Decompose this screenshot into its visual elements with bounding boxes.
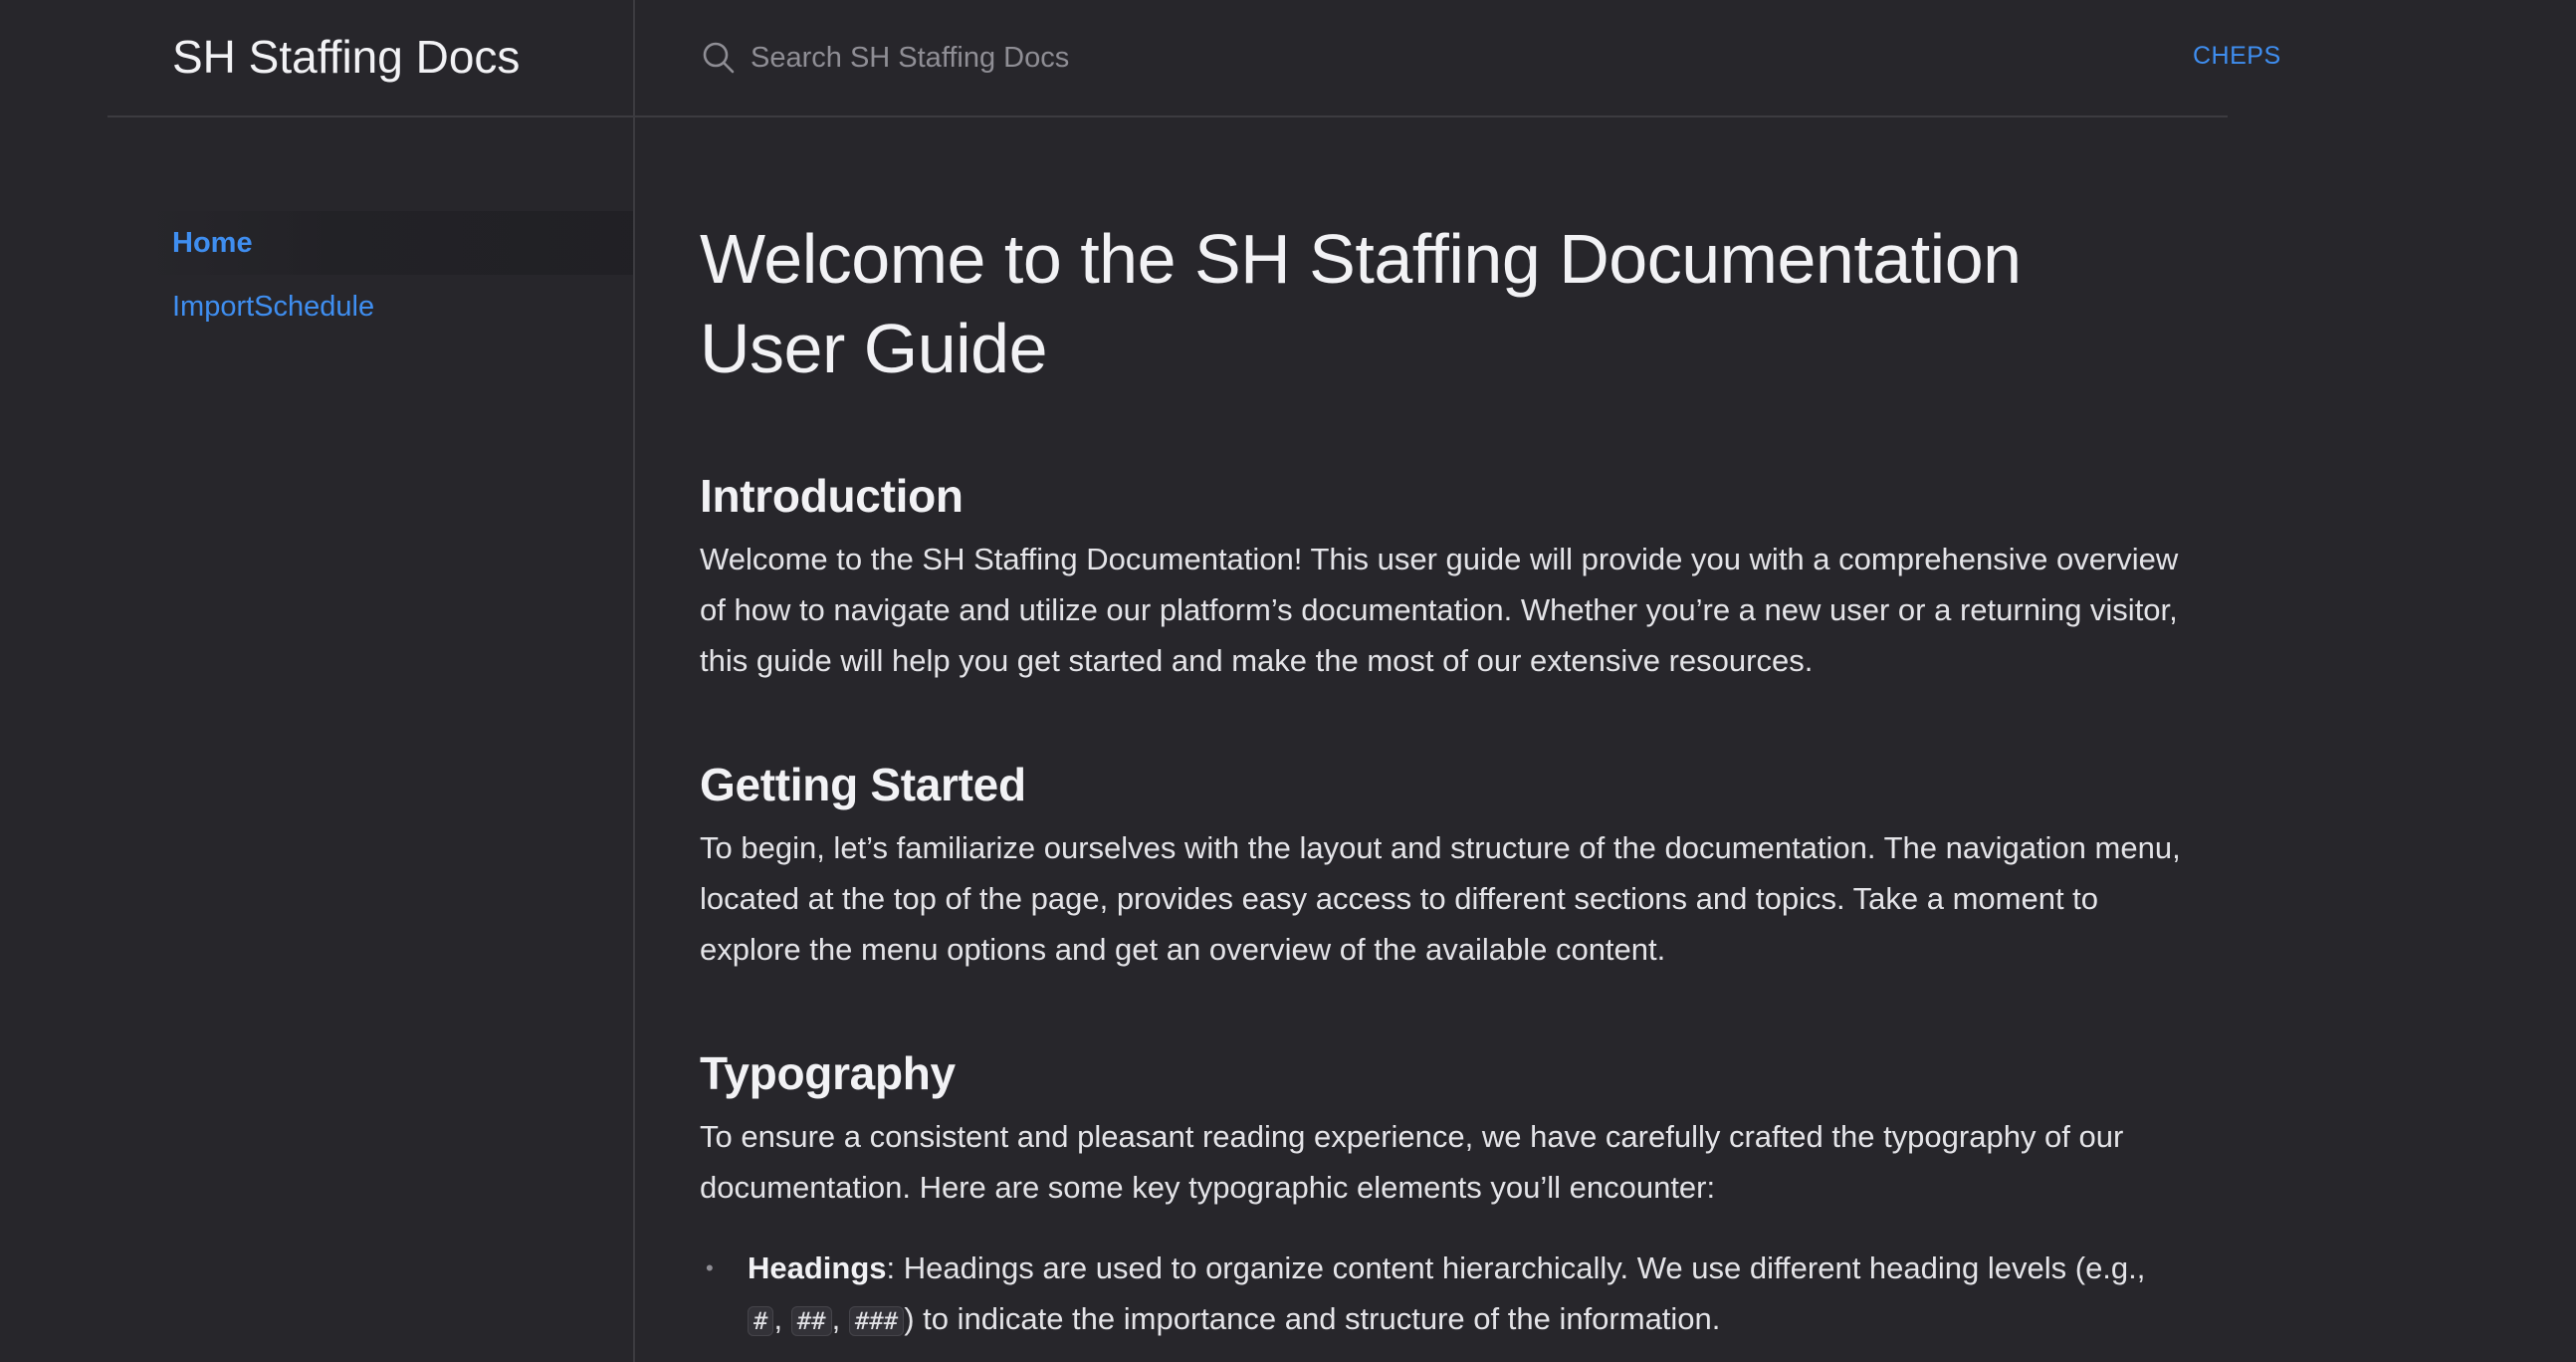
bullet-dot-icon: • — [706, 1255, 714, 1280]
code-separator: , — [831, 1301, 849, 1336]
docs-page: SH Staffing Docs Search SH Staffing Docs… — [0, 0, 2576, 1362]
sidebar-item-importschedule[interactable]: ImportSchedule — [147, 275, 633, 339]
search-icon — [703, 42, 735, 74]
getting-started-paragraph: To begin, let’s familiarize ourselves wi… — [700, 830, 2181, 967]
bullet-text-before: : Headings are used to organize content … — [886, 1250, 2146, 1285]
search-bar[interactable]: Search SH Staffing Docs — [701, 30, 1069, 86]
sidebar-item-home[interactable]: Home — [147, 211, 633, 275]
sidebar-nav: Home ImportSchedule — [147, 211, 633, 339]
inline-code: ## — [790, 1306, 832, 1336]
section-heading-introduction: Introduction — [700, 470, 964, 522]
inline-code: # — [748, 1306, 774, 1336]
code-separator: , — [773, 1301, 791, 1336]
typography-paragraph: To ensure a consistent and pleasant read… — [700, 1119, 2124, 1205]
top-header: SH Staffing Docs Search SH Staffing Docs… — [107, 0, 2280, 117]
bullet-term: Headings — [748, 1250, 887, 1285]
search-placeholder[interactable]: Search SH Staffing Docs — [751, 42, 1069, 75]
site-title[interactable]: SH Staffing Docs — [172, 30, 520, 84]
bullet-text-after: ) to indicate the importance and structu… — [904, 1301, 1721, 1336]
list-item: • Headings: Headings are used to organiz… — [700, 1243, 2183, 1347]
page-title: Welcome to the SH Staffing Documentation… — [700, 220, 2022, 387]
inline-code: ### — [848, 1306, 905, 1336]
cheps-link[interactable]: CHEPS — [2193, 42, 2281, 71]
introduction-paragraph: Welcome to the SH Staffing Documentation… — [700, 542, 2179, 678]
section-heading-getting-started: Getting Started — [700, 759, 1026, 810]
main-content: Welcome to the SH Staffing Documentation… — [700, 214, 2183, 1347]
sidebar-divider — [633, 0, 635, 1362]
section-heading-typography: Typography — [700, 1047, 956, 1099]
typography-bullet-list: • Headings: Headings are used to organiz… — [700, 1243, 2183, 1347]
